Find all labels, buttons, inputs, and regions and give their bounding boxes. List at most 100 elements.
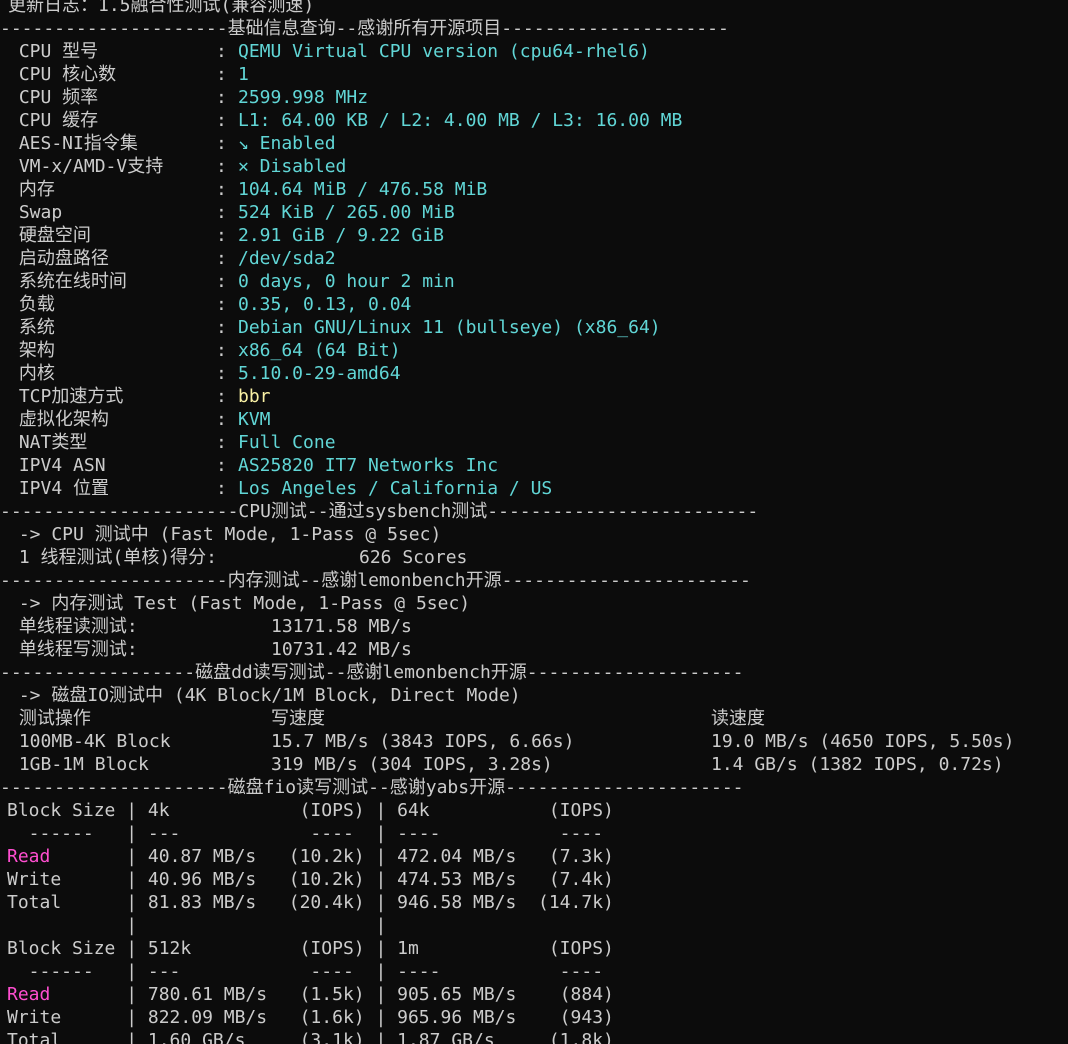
separator-text: ---------------------内存测试--感谢lemonbench开… [0,570,751,591]
info-value: 0.35, 0.13, 0.04 [238,294,412,315]
fio-read-label: Read [7,984,51,1005]
info-colon: : [216,110,238,131]
info-label: NAT类型 [8,432,88,453]
info-value: x86_64 (64 Bit) [238,340,401,361]
info-label: 虚拟化架构 [8,409,109,430]
cpu-score-value: 626 Scores [359,547,468,568]
info-colon: : [216,432,238,453]
separator-text: ----------------------CPU测试--通过sysbench测… [0,501,759,522]
info-colon: : [216,156,238,177]
info-value: KVM [238,409,271,430]
fio-row-text: Write | 822.09 MB/s (1.6k) | 965.96 MB/s… [7,1006,614,1029]
fio-row-text: Block Size | 4k (IOPS) | 64k (IOPS) [7,799,614,822]
fio-text: Total | 81.83 MB/s (20.4k) | 946.58 MB/s… [7,892,614,913]
info-value: 5.10.0-29-amd64 [238,363,401,384]
info-label: VM-x/AMD-V支持 [8,156,164,177]
fio-row-text: Read | 40.87 MB/s (10.2k) | 472.04 MB/s … [7,845,614,868]
fio-row-text: ------ | --- ---- | ---- ---- [7,822,603,845]
info-colon: : [216,133,238,154]
info-colon: : [216,225,238,246]
info-value: 0 days, 0 hour 2 min [238,271,455,292]
info-label: IPV4 位置 [8,478,110,499]
fio-text: | | [7,915,387,936]
header-text: 更新日志：1.5融合性测试(兼容测速) [8,0,315,16]
mem-read-label: 单线程读测试: [8,616,138,637]
info-value: 2.91 GiB / 9.22 GiB [238,225,444,246]
fio-row-text: Read | 780.61 MB/s (1.5k) | 905.65 MB/s … [7,983,614,1006]
info-value: ✕ Disabled [238,156,347,177]
info-colon: : [216,64,238,85]
info-colon: : [216,340,238,361]
info-colon: : [216,455,238,476]
info-label: 内存 [8,179,55,200]
fio-text: | 40.87 MB/s (10.2k) | 472.04 MB/s (7.3k… [50,846,614,867]
dd-column-header: 写速度 [271,708,325,729]
fio-text: ------ | --- ---- | ---- ---- [7,961,604,982]
info-label: 系统 [8,317,55,338]
separator-text: ------------------磁盘dd读写测试--感谢lemonbench… [0,662,744,683]
info-value: 1 [238,64,249,85]
info-label: 系统在线时间 [8,271,127,292]
info-colon: : [216,317,238,338]
info-value: Debian GNU/Linux 11 (bullseye) (x86_64) [238,317,661,338]
fio-text: Block Size | 4k (IOPS) | 64k (IOPS) [7,800,614,821]
info-value: 524 KiB / 265.00 MiB [238,202,455,223]
info-label: CPU 缓存 [8,110,99,131]
fio-row-text: | | [7,914,386,937]
fio-text: Write | 822.09 MB/s (1.6k) | 965.96 MB/s… [7,1007,614,1028]
info-value: 104.64 MiB / 476.58 MiB [238,179,488,200]
cpu-test-status: -> CPU 测试中 (Fast Mode, 1-Pass @ 5sec) [8,524,442,545]
separator-text: ---------------------基础信息查询--感谢所有开源项目---… [0,18,729,39]
info-label: Swap [8,202,63,223]
mem-test-status: -> 内存测试 Test (Fast Mode, 1-Pass @ 5sec) [8,593,471,614]
info-colon: : [216,363,238,384]
info-colon: : [216,386,238,407]
mem-read-value: 13171.58 MB/s [271,616,412,637]
info-colon: : [216,478,238,499]
info-value: AS25820 IT7 Networks Inc [238,455,499,476]
info-value: 2599.998 MHz [238,87,369,108]
info-colon: : [216,248,238,269]
dd-cell: 15.7 MB/s (3843 IOPS, 6.66s) [271,731,575,752]
info-value: QEMU Virtual CPU version (cpu64-rhel6) [238,41,650,62]
info-label: TCP加速方式 [8,386,124,407]
fio-read-label: Read [7,846,51,867]
info-colon: : [216,179,238,200]
terminal-output: 更新日志：1.5融合性测试(兼容测速) ---------------------… [0,0,1068,1044]
fio-text: | 780.61 MB/s (1.5k) | 905.65 MB/s (884) [50,984,614,1005]
info-value: /dev/sda2 [238,248,336,269]
info-label: CPU 型号 [8,41,99,62]
dd-cell: 319 MB/s (304 IOPS, 3.28s) [271,754,553,775]
fio-row-text: ------ | --- ---- | ---- ---- [7,960,603,983]
info-value: ↘ Enabled [238,133,336,154]
dd-column-header: 测试操作 [8,708,91,729]
fio-text: Total | 1.60 GB/s (3.1k) | 1.87 GB/s (1.… [7,1030,614,1044]
separator-text: ---------------------磁盘fio读写测试--感谢yabs开源… [0,777,744,798]
dd-column-header: 读速度 [711,708,765,729]
info-label: 硬盘空间 [8,225,91,246]
info-colon: : [216,41,238,62]
dd-cell: 19.0 MB/s (4650 IOPS, 5.50s) [711,731,1015,752]
info-value: bbr [238,386,271,407]
info-colon: : [216,87,238,108]
info-label: CPU 核心数 [8,64,117,85]
fio-row-text: Block Size | 512k (IOPS) | 1m (IOPS) [7,937,614,960]
dd-cell: 100MB-4K Block [8,731,171,752]
info-label: CPU 频率 [8,87,99,108]
info-value: Los Angeles / California / US [238,478,553,499]
dd-test-status: -> 磁盘IO测试中 (4K Block/1M Block, Direct Mo… [8,685,521,706]
info-label: IPV4 ASN [8,455,106,476]
fio-text: Write | 40.96 MB/s (10.2k) | 474.53 MB/s… [7,869,614,890]
info-colon: : [216,271,238,292]
info-label: 启动盘路径 [8,248,109,269]
info-label: 架构 [8,340,55,361]
info-colon: : [216,294,238,315]
fio-row-text: Total | 81.83 MB/s (20.4k) | 946.58 MB/s… [7,891,614,914]
info-label: 负载 [8,294,55,315]
mem-write-label: 单线程写测试: [8,639,138,660]
dd-cell: 1.4 GB/s (1382 IOPS, 0.72s) [711,754,1004,775]
info-colon: : [216,409,238,430]
info-value: Full Cone [238,432,336,453]
info-label: 内核 [8,363,55,384]
cpu-score-label: 1 线程测试(单核)得分: [8,547,218,568]
